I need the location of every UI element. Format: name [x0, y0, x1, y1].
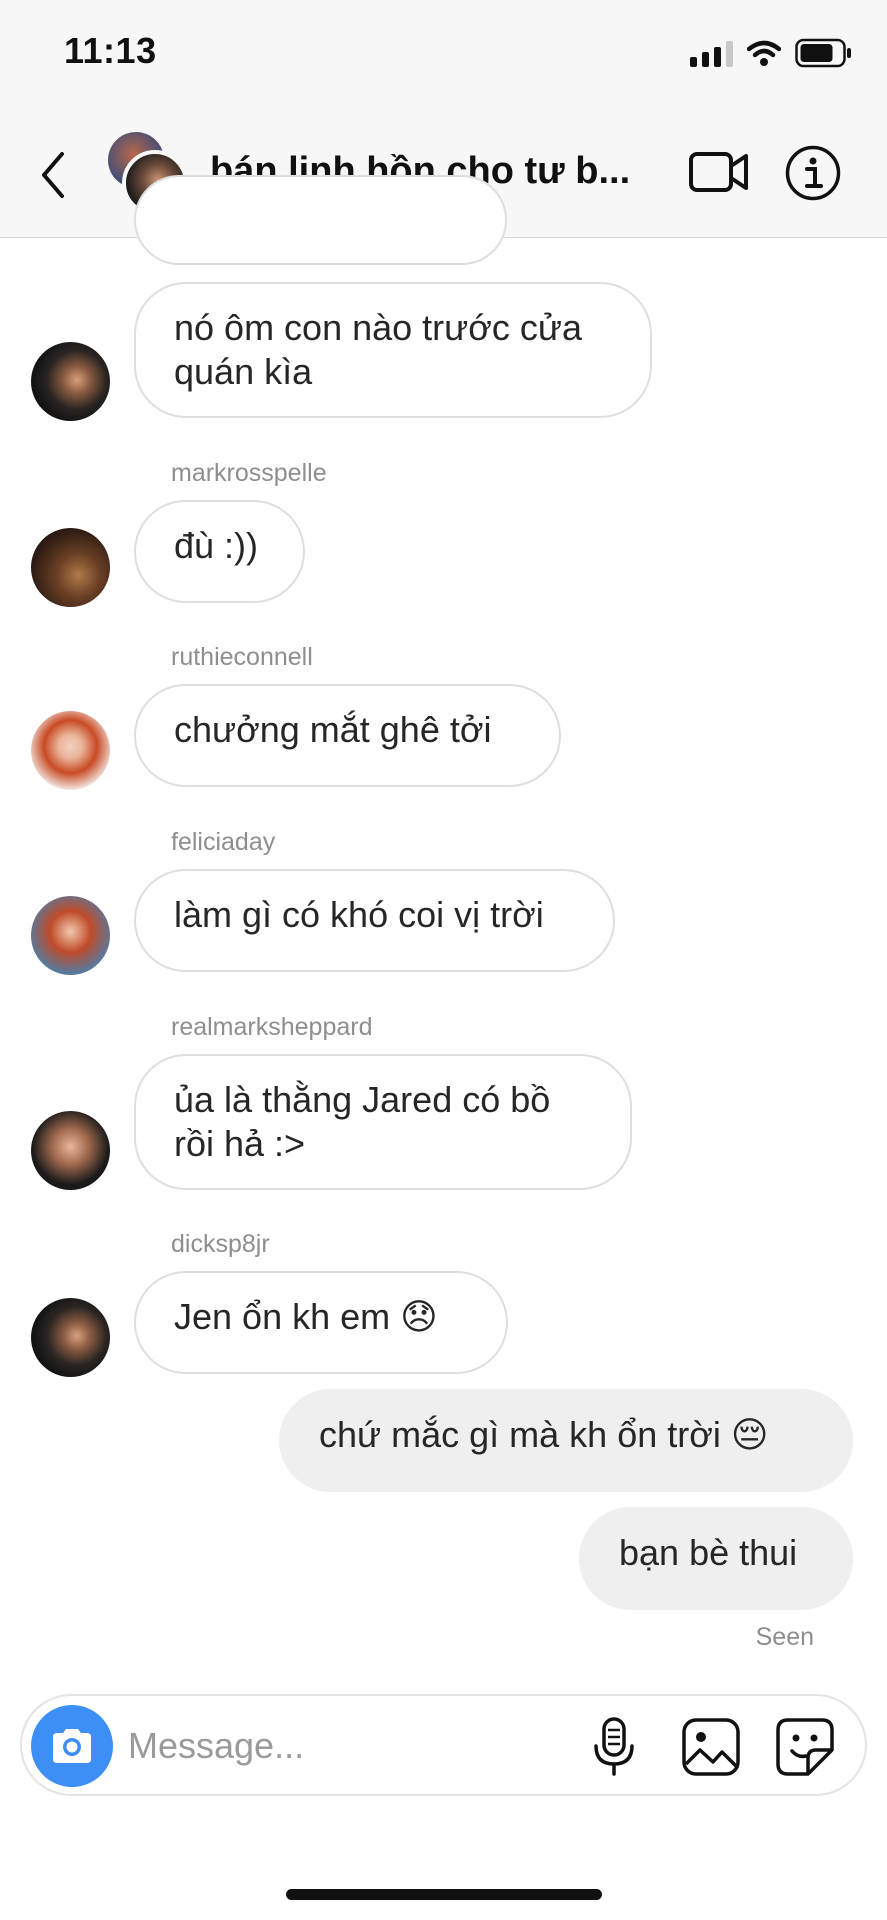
sender-name: dicksp8jr — [171, 1230, 270, 1258]
sender-avatar[interactable] — [31, 342, 110, 421]
message-text: chưởng mắt ghê tởi — [174, 709, 492, 750]
sender-avatar[interactable] — [31, 896, 110, 975]
message-bubble[interactable]: nó ôm con nào trước cửa quán kìa — [134, 282, 652, 418]
message-text: bạn bè thui — [619, 1532, 798, 1573]
sender-name: ruthieconnell — [171, 643, 313, 671]
status-time: 11:13 — [64, 30, 157, 71]
message-text: nó ôm con nào trước cửa quán kìa — [174, 307, 582, 392]
sender-avatar[interactable] — [31, 1111, 110, 1190]
video-call-icon[interactable] — [688, 146, 750, 198]
status-bar: 11:13 — [0, 0, 887, 110]
message-bubble[interactable]: Jen ổn kh em 😞 — [134, 1271, 508, 1374]
message-text: chứ mắc gì mà kh ổn trời 😔 — [319, 1414, 769, 1455]
status-icons — [690, 36, 853, 70]
camera-button[interactable] — [31, 1705, 113, 1787]
direct-message-screen: 11:13 bán linh hồn cho tư b... nó ôm con… — [0, 0, 887, 1920]
message-bubble[interactable]: ủa là thằng Jared có bồ rồi hả :> — [134, 1054, 632, 1190]
message-text: Jen ổn kh em 😞 — [174, 1296, 438, 1337]
message-text: ủa là thằng Jared có bồ rồi hả :> — [174, 1079, 551, 1164]
message-bubble[interactable]: đù :)) — [134, 500, 305, 603]
sender-avatar[interactable] — [31, 711, 110, 790]
photo-gallery-icon[interactable] — [680, 1716, 742, 1778]
own-message-bubble[interactable]: bạn bè thui — [579, 1507, 853, 1610]
message-text: đù :)) — [174, 525, 259, 566]
message-composer — [20, 1694, 867, 1796]
cellular-signal-icon — [690, 39, 733, 67]
message-bubble[interactable]: làm gì có khó coi vị trời — [134, 869, 615, 972]
message-thread: nó ôm con nào trước cửa quán kìa markros… — [0, 175, 887, 1679]
camera-icon — [53, 1729, 91, 1763]
home-indicator[interactable] — [286, 1889, 602, 1900]
sender-name: feliciaday — [171, 828, 276, 856]
sender-avatar[interactable] — [31, 528, 110, 607]
wifi-icon — [747, 40, 781, 66]
sticker-icon[interactable] — [774, 1716, 836, 1778]
message-bubble[interactable] — [134, 175, 507, 265]
back-icon[interactable] — [34, 148, 74, 202]
microphone-icon[interactable] — [590, 1716, 638, 1778]
sender-name: markrosspelle — [171, 459, 327, 487]
message-input[interactable] — [128, 1720, 488, 1772]
sender-avatar[interactable] — [31, 1298, 110, 1377]
message-text: làm gì có khó coi vị trời — [174, 894, 544, 935]
battery-icon — [795, 38, 851, 68]
seen-receipt: Seen — [755, 1623, 814, 1651]
sender-name: realmarksheppard — [171, 1013, 373, 1041]
message-bubble[interactable]: chưởng mắt ghê tởi — [134, 684, 561, 787]
info-icon[interactable] — [784, 144, 842, 202]
own-message-bubble[interactable]: chứ mắc gì mà kh ổn trời 😔 — [279, 1389, 853, 1492]
